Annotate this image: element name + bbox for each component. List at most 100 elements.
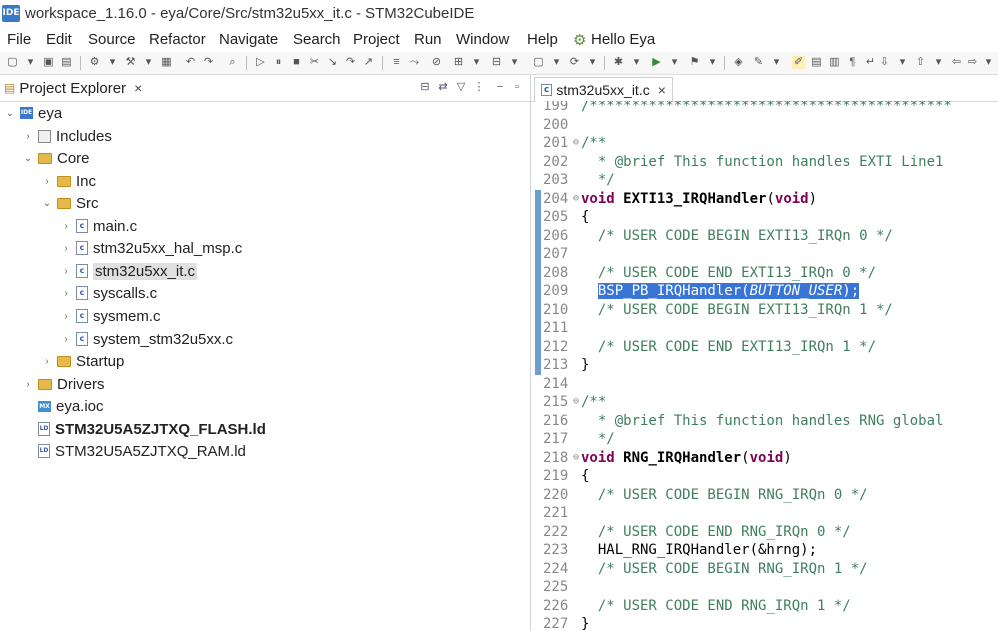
forward-icon[interactable]: ⇨	[966, 56, 979, 69]
search-icon[interactable]: ⌕	[226, 56, 239, 69]
menu-refactor[interactable]: Refactor	[149, 31, 206, 48]
close-icon[interactable]: ×	[134, 80, 142, 96]
new-icon[interactable]: ▢	[6, 56, 19, 69]
code-line[interactable]: 218 ⊖ void RNG_IRQHandler(void)	[531, 449, 998, 468]
code-line[interactable]: 216 * @brief This function handles RNG g…	[531, 412, 998, 431]
tree-item-it-c[interactable]: › c stm32u5xx_it.c	[60, 260, 198, 282]
tree-item-includes[interactable]: › Includes	[22, 125, 112, 147]
code-line[interactable]: 226 /* USER CODE END RNG_IRQn 1 */	[531, 597, 998, 616]
code-line[interactable]: 205 {	[531, 208, 998, 227]
use-step-filters-icon[interactable]: ⤳	[408, 56, 421, 69]
close-icon[interactable]: ×	[658, 82, 666, 98]
chevron-right-icon[interactable]: ›	[60, 311, 72, 322]
tree-item-drivers[interactable]: › Drivers	[22, 373, 104, 395]
block-selection-icon[interactable]: ▥	[828, 56, 841, 69]
tab-project-explorer[interactable]: ▤ Project Explorer ×	[0, 75, 149, 101]
dropdown-arrow-icon[interactable]: ▾	[550, 56, 563, 69]
collapse-all-icon[interactable]: ⊟	[419, 81, 431, 93]
next-annotation-icon[interactable]: ⇩	[878, 56, 891, 69]
resume-icon[interactable]: ▷	[254, 56, 267, 69]
menu-run[interactable]: Run	[414, 31, 442, 48]
fold-toggle-icon[interactable]: ⊖	[573, 190, 581, 209]
tree-item-main-c[interactable]: › c main.c	[60, 215, 137, 237]
code-line[interactable]: 204 ⊖ void EXTI13_IRQHandler(void)	[531, 190, 998, 209]
dropdown-arrow-icon[interactable]: ▾	[770, 56, 783, 69]
chevron-right-icon[interactable]: ›	[41, 356, 53, 367]
step-return-icon[interactable]: ↗	[362, 56, 375, 69]
tree-item-eya[interactable]: ⌄ IDE eya	[4, 102, 62, 124]
menu-window[interactable]: Window	[456, 31, 509, 48]
dropdown-arrow-icon[interactable]: ▾	[982, 56, 995, 69]
menu-file[interactable]: File	[7, 31, 31, 48]
tree-item-eya-ioc[interactable]: MX eya.ioc	[22, 395, 104, 417]
code-line[interactable]: 225	[531, 578, 998, 597]
code-line[interactable]: 210 /* USER CODE BEGIN EXTI13_IRQn 1 */	[531, 301, 998, 320]
menu-search[interactable]: Search	[293, 31, 341, 48]
code-line[interactable]: 217 */	[531, 430, 998, 449]
menu-user-greeting[interactable]: Hello Eya	[591, 31, 655, 48]
code-line[interactable]: 200	[531, 116, 998, 135]
tree-item-core[interactable]: ⌄ Core	[22, 147, 90, 169]
tab-stm32u5xx-it-c[interactable]: c stm32u5xx_it.c ×	[534, 77, 673, 102]
code-line[interactable]: 220 /* USER CODE BEGIN RNG_IRQn 0 */	[531, 486, 998, 505]
tree-item-ram-ld[interactable]: LD STM32U5A5ZJTXQ_RAM.ld	[22, 440, 246, 462]
new-folder-icon[interactable]: ⊟	[490, 56, 503, 69]
code-line[interactable]: 224 /* USER CODE BEGIN RNG_IRQn 1 */	[531, 560, 998, 579]
disconnect-icon[interactable]: ✂	[308, 56, 321, 69]
code-line[interactable]: 206 /* USER CODE BEGIN EXTI13_IRQn 0 */	[531, 227, 998, 246]
code-line[interactable]: 199 /************************************…	[531, 101, 998, 116]
chevron-right-icon[interactable]: ›	[60, 266, 72, 277]
code-line[interactable]: 227}	[531, 615, 998, 631]
highlight-icon[interactable]: ✐	[792, 56, 805, 69]
redo-icon[interactable]: ↷	[202, 56, 215, 69]
show-whitespace-icon[interactable]: ¶	[846, 56, 859, 69]
new-project-icon[interactable]: ⊞	[452, 56, 465, 69]
save-icon[interactable]: ▣	[42, 56, 55, 69]
view-menu-icon[interactable]: ⋮	[473, 81, 485, 93]
code-line[interactable]: 201 ⊖/**	[531, 134, 998, 153]
minimize-icon[interactable]: −	[494, 81, 506, 93]
dropdown-arrow-icon[interactable]: ▾	[706, 56, 719, 69]
tree-item-hal-msp-c[interactable]: › c stm32u5xx_hal_msp.c	[60, 237, 242, 259]
dropdown-arrow-icon[interactable]: ▾	[508, 56, 521, 69]
code-line[interactable]: 219 {	[531, 467, 998, 486]
word-wrap-icon[interactable]: ↵	[864, 56, 877, 69]
fold-toggle-icon[interactable]: ⊖	[573, 134, 581, 153]
maximize-icon[interactable]: ▫	[511, 81, 523, 93]
chevron-right-icon[interactable]: ›	[60, 221, 72, 232]
chevron-right-icon[interactable]: ›	[22, 131, 34, 142]
dropdown-arrow-icon[interactable]: ▾	[896, 56, 909, 69]
chevron-right-icon[interactable]: ›	[41, 176, 53, 187]
code-line[interactable]: 208 /* USER CODE END EXTI13_IRQn 0 */	[531, 264, 998, 283]
menu-project[interactable]: Project	[353, 31, 400, 48]
dropdown-arrow-icon[interactable]: ▾	[630, 56, 643, 69]
chevron-down-icon[interactable]: ⌄	[41, 198, 53, 209]
build-hammer-icon[interactable]: ⚒	[124, 56, 137, 69]
debug-bug-icon[interactable]: ✱	[612, 56, 625, 69]
chevron-right-icon[interactable]: ›	[60, 243, 72, 254]
dropdown-arrow-icon[interactable]: ▾	[106, 56, 119, 69]
code-line[interactable]: 215 ⊖/**	[531, 393, 998, 412]
refresh-icon[interactable]: ⟳	[568, 56, 581, 69]
code-line[interactable]: 212 /* USER CODE END EXTI13_IRQn 1 */	[531, 338, 998, 357]
tree-item-inc[interactable]: › Inc	[41, 170, 96, 192]
code-line[interactable]: 211	[531, 319, 998, 338]
toggle-mark-icon[interactable]: ▤	[810, 56, 823, 69]
menu-source[interactable]: Source	[88, 31, 136, 48]
back-icon[interactable]: ⇦	[950, 56, 963, 69]
menu-navigate[interactable]: Navigate	[219, 31, 278, 48]
code-line[interactable]: 222 /* USER CODE END RNG_IRQn 0 */	[531, 523, 998, 542]
code-line[interactable]: 202 * @brief This function handles EXTI …	[531, 153, 998, 172]
link-icon[interactable]: ⊘	[430, 56, 443, 69]
tree-item-sysmem-c[interactable]: › c sysmem.c	[60, 305, 160, 327]
chevron-right-icon[interactable]: ›	[60, 334, 72, 345]
terminate-icon[interactable]: ■	[290, 56, 303, 69]
open-task-icon[interactable]: ✎	[752, 56, 765, 69]
settings-icon[interactable]: ⚙	[88, 56, 101, 69]
tree-item-system-c[interactable]: › c system_stm32u5xx.c	[60, 328, 233, 350]
new-file-icon[interactable]: ▢	[532, 56, 545, 69]
suspend-icon[interactable]: ⏸	[272, 56, 285, 69]
fold-toggle-icon[interactable]: ⊖	[573, 449, 581, 468]
code-line[interactable]: 203 */	[531, 171, 998, 190]
open-type-icon[interactable]: ◈	[732, 56, 745, 69]
